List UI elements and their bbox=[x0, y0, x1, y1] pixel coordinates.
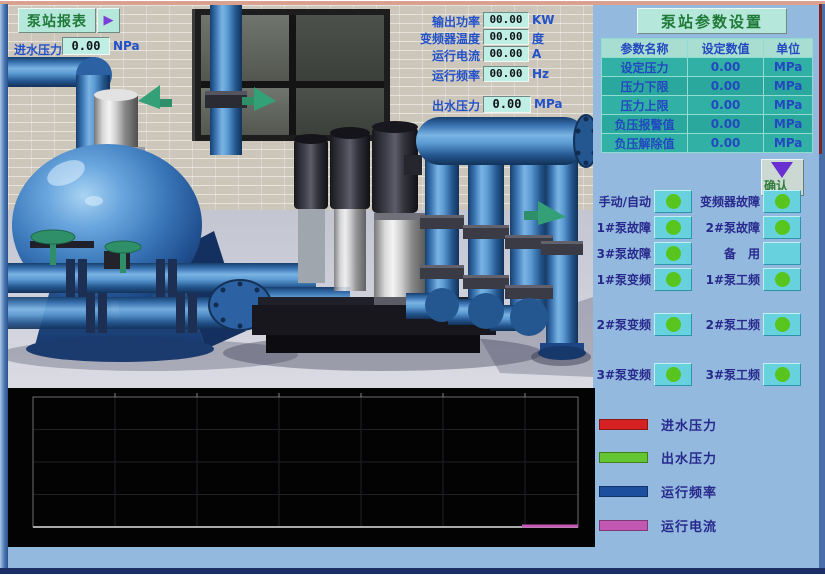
legend-label-inlet: 进水压力 bbox=[661, 415, 717, 434]
play-icon: ▶ bbox=[104, 14, 114, 27]
lamp-dot bbox=[775, 194, 790, 209]
output-power-value: 00.00 bbox=[483, 12, 529, 28]
pump3-fault-label: 3#泵故障 bbox=[588, 245, 651, 262]
pump3-vfd-lamp bbox=[654, 363, 692, 386]
report-arrow-button[interactable]: ▶ bbox=[97, 8, 120, 33]
inlet-pressure-row: 进水压力 bbox=[14, 39, 62, 58]
inverter-temp-unit: 度 bbox=[532, 30, 544, 47]
inverter-temp-value: 00.00 bbox=[483, 29, 529, 45]
neg-pressure-release-value[interactable]: 0.00 bbox=[687, 134, 763, 153]
run-frequency-label: 运行频率 bbox=[340, 67, 480, 84]
pump1-mains-lamp bbox=[763, 268, 801, 291]
pump-station-hmi-screen: 泵站报表 ▶ 进水压力 0.00 NPa 输出功率 00.00 KW 变频器温度… bbox=[0, 0, 825, 577]
report-button[interactable]: 泵站报表 bbox=[18, 8, 96, 33]
frame-left bbox=[0, 4, 8, 570]
settings-row-neg-pressure-release: 负压解除值 0.00 MPa bbox=[602, 134, 813, 153]
neg-pressure-alarm-value[interactable]: 0.00 bbox=[687, 115, 763, 134]
frame-right-accent bbox=[819, 4, 822, 154]
lamp-dot bbox=[775, 272, 790, 287]
pressure-high-limit-value[interactable]: 0.00 bbox=[687, 96, 763, 115]
inverter-temp-label: 变频器温度 bbox=[340, 30, 480, 47]
run-current-unit: A bbox=[532, 47, 541, 61]
manual-auto-label: 手动/自动 bbox=[588, 193, 651, 210]
legend-item: 运行电流 bbox=[599, 516, 717, 535]
outlet-pressure-unit: MPa bbox=[534, 97, 563, 111]
lamp-dot bbox=[775, 220, 790, 235]
legend-label-frequency: 运行频率 bbox=[661, 482, 717, 501]
spare-lamp bbox=[763, 242, 801, 265]
lamp-dot bbox=[775, 367, 790, 382]
pump-station-3d-view bbox=[8, 5, 593, 390]
legend-label-outlet: 出水压力 bbox=[661, 448, 717, 467]
pump1-vfd-lamp bbox=[654, 268, 692, 291]
report-button-group: 泵站报表 ▶ bbox=[18, 8, 120, 33]
outlet-pressure-label: 出水压力 bbox=[340, 97, 480, 114]
trend-plot bbox=[8, 388, 595, 547]
legend-swatch-frequency bbox=[599, 486, 648, 497]
pressure-low-limit-value[interactable]: 0.00 bbox=[687, 77, 763, 96]
pump2-mains-label: 2#泵工频 bbox=[692, 316, 760, 333]
inlet-pressure-value: 0.00 bbox=[62, 37, 110, 55]
pump3-mains-lamp bbox=[763, 363, 801, 386]
trend-chart bbox=[8, 388, 595, 547]
legend-swatch-current bbox=[599, 520, 648, 531]
inlet-pressure-label: 进水压力 bbox=[14, 43, 62, 57]
run-frequency-unit: Hz bbox=[532, 67, 549, 81]
output-power-unit: KW bbox=[532, 13, 555, 27]
equipment-render bbox=[8, 5, 593, 390]
lamp-dot bbox=[775, 317, 790, 332]
run-current-value: 00.00 bbox=[483, 46, 529, 62]
lamp-dot bbox=[666, 194, 681, 209]
legend-item: 出水压力 bbox=[599, 448, 717, 467]
lamp-dot bbox=[666, 246, 681, 261]
legend-item: 运行频率 bbox=[599, 482, 717, 501]
pump3-vfd-label: 3#泵变频 bbox=[588, 366, 651, 383]
settings-row-pressure-high-limit: 压力上限 0.00 MPa bbox=[602, 96, 813, 115]
lamp-dot bbox=[666, 317, 681, 332]
run-current-label: 运行电流 bbox=[340, 47, 480, 64]
outlet-pressure-value: 0.00 bbox=[483, 96, 531, 113]
lamp-dot bbox=[666, 367, 681, 382]
pump3-fault-lamp bbox=[654, 242, 692, 265]
manual-auto-lamp bbox=[654, 190, 692, 213]
legend-item: 进水压力 bbox=[599, 415, 717, 434]
set-pressure-value[interactable]: 0.00 bbox=[687, 58, 763, 77]
settings-row-set-pressure: 设定压力 0.00 MPa bbox=[602, 58, 813, 77]
lamp-dot bbox=[666, 220, 681, 235]
legend-label-current: 运行电流 bbox=[661, 516, 717, 535]
legend-swatch-inlet bbox=[599, 419, 648, 430]
inlet-pressure-unit: NPa bbox=[113, 39, 140, 53]
pump3-mains-label: 3#泵工频 bbox=[692, 366, 760, 383]
legend-swatch-outlet bbox=[599, 452, 648, 463]
pump1-mains-label: 1#泵工频 bbox=[692, 271, 760, 288]
pump1-vfd-label: 1#泵变频 bbox=[588, 271, 651, 288]
pump2-fault-label: 2#泵故障 bbox=[692, 219, 760, 236]
settings-row-neg-pressure-alarm: 负压报警值 0.00 MPa bbox=[602, 115, 813, 134]
spare-label: 备 用 bbox=[692, 245, 760, 262]
lamp-dot bbox=[666, 272, 681, 287]
pump1-fault-lamp bbox=[654, 216, 692, 239]
pump2-vfd-lamp bbox=[654, 313, 692, 336]
inverter-fault-lamp bbox=[763, 190, 801, 213]
output-power-label: 输出功率 bbox=[340, 13, 480, 30]
settings-panel-title: 泵站参数设置 bbox=[637, 8, 787, 34]
pump1-fault-label: 1#泵故障 bbox=[588, 219, 651, 236]
settings-row-pressure-low-limit: 压力下限 0.00 MPa bbox=[602, 77, 813, 96]
pump2-vfd-label: 2#泵变频 bbox=[588, 316, 651, 333]
settings-table-header: 参数名称 设定数值 单位 bbox=[602, 39, 813, 58]
confirm-triangle-icon bbox=[771, 162, 793, 178]
pump2-mains-lamp bbox=[763, 313, 801, 336]
pump2-fault-lamp bbox=[763, 216, 801, 239]
frame-bottom bbox=[0, 568, 825, 574]
run-frequency-value: 00.00 bbox=[483, 66, 529, 82]
inverter-fault-label: 变频器故障 bbox=[692, 193, 760, 210]
settings-table: 参数名称 设定数值 单位 设定压力 0.00 MPa 压力下限 0.00 MPa… bbox=[601, 38, 813, 153]
